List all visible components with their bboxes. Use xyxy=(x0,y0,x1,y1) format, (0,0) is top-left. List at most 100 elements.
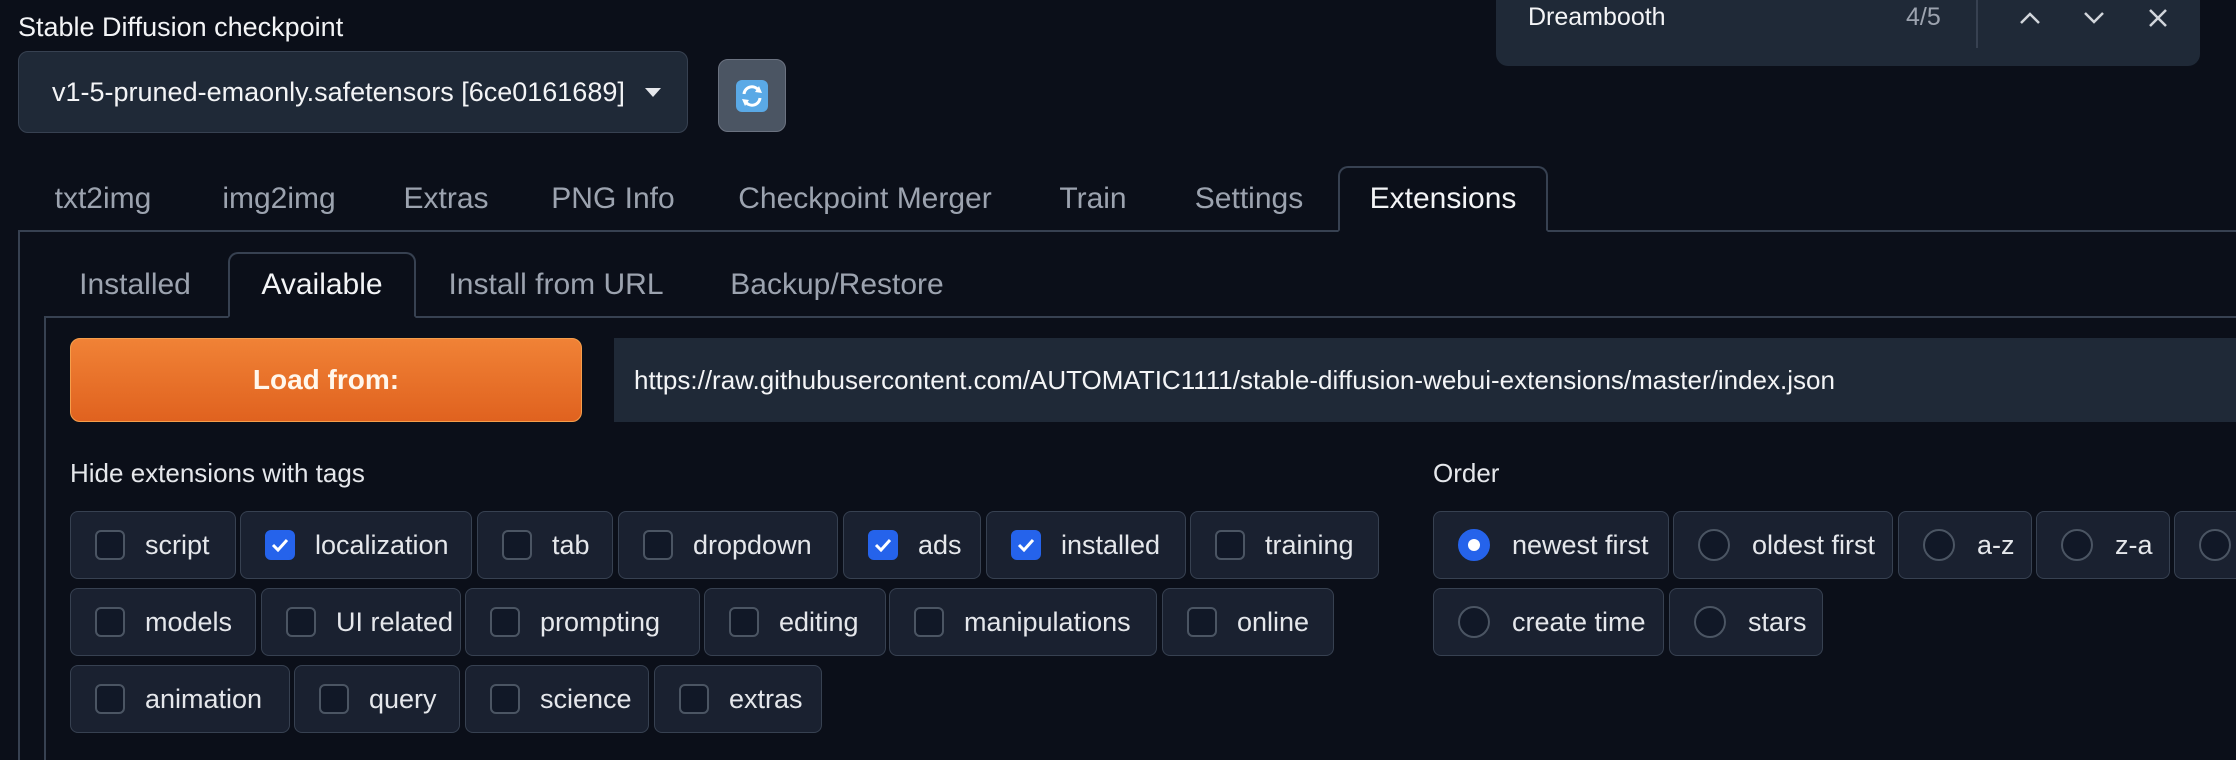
order-radio-create-time[interactable]: create time xyxy=(1433,588,1664,656)
tag-label: query xyxy=(369,683,437,714)
tab-txt2img[interactable]: txt2img xyxy=(24,166,182,232)
order-radio-newest-first[interactable]: newest first xyxy=(1433,511,1669,579)
tag-label: tab xyxy=(552,529,590,560)
find-previous-button[interactable] xyxy=(2008,0,2052,36)
tab-installed[interactable]: Installed xyxy=(62,252,208,318)
check-icon xyxy=(1017,538,1035,552)
tag-label: installed xyxy=(1061,529,1161,560)
main-panel-border xyxy=(18,231,20,760)
tab-available[interactable]: Available xyxy=(228,252,416,318)
tag-checkbox-script[interactable]: script xyxy=(70,511,236,579)
tag-checkbox-editing[interactable]: editing xyxy=(704,588,886,656)
extensions-index-url-input[interactable] xyxy=(614,338,2236,422)
tag-label: science xyxy=(540,683,632,714)
close-icon xyxy=(2149,9,2167,27)
checkbox[interactable] xyxy=(286,607,316,637)
tab-img2img[interactable]: img2img xyxy=(196,166,362,232)
tab-backup-restore[interactable]: Backup/Restore xyxy=(710,252,964,318)
tag-checkbox-science[interactable]: science xyxy=(465,665,649,733)
tag-checkbox-tab[interactable]: tab xyxy=(477,511,613,579)
tag-label: dropdown xyxy=(693,529,812,560)
tag-checkbox-installed[interactable]: installed xyxy=(986,511,1186,579)
checkbox[interactable] xyxy=(95,684,125,714)
tab-settings[interactable]: Settings xyxy=(1172,166,1326,232)
radio-button[interactable] xyxy=(1458,529,1490,561)
radio-button[interactable] xyxy=(1458,606,1490,638)
order-radio-z-a[interactable]: z-a xyxy=(2036,511,2170,579)
order-radio-oldest-first[interactable]: oldest first xyxy=(1673,511,1893,579)
radio-button[interactable] xyxy=(1698,529,1730,561)
radio-button[interactable] xyxy=(2061,529,2093,561)
checkbox[interactable] xyxy=(319,684,349,714)
chevron-down-icon xyxy=(644,87,661,97)
tag-checkbox-online[interactable]: online xyxy=(1162,588,1334,656)
tab-install-from-url[interactable]: Install from URL xyxy=(436,252,676,318)
check-icon xyxy=(271,538,289,552)
tab-train[interactable]: Train xyxy=(1040,166,1146,232)
tag-label: editing xyxy=(779,606,859,637)
checkbox[interactable] xyxy=(1215,530,1245,560)
order-radio-stars[interactable]: stars xyxy=(1669,588,1823,656)
order-option-label: create time xyxy=(1512,606,1646,637)
radio-button[interactable] xyxy=(2199,529,2231,561)
checkpoint-label: Stable Diffusion checkpoint xyxy=(18,12,344,42)
tag-label: localization xyxy=(315,529,449,560)
checkbox[interactable] xyxy=(95,530,125,560)
tag-label: online xyxy=(1237,606,1310,637)
refresh-checkpoint-button[interactable] xyxy=(718,59,786,132)
checkbox[interactable] xyxy=(490,607,520,637)
tab-extras[interactable]: Extras xyxy=(384,166,508,232)
tab-png-info[interactable]: PNG Info xyxy=(532,166,694,232)
order-radio-clipped[interactable] xyxy=(2174,511,2236,579)
find-close-button[interactable] xyxy=(2136,0,2180,36)
check-icon xyxy=(874,538,892,552)
checkbox[interactable] xyxy=(1187,607,1217,637)
checkbox[interactable] xyxy=(868,530,898,560)
radio-button[interactable] xyxy=(1923,529,1955,561)
checkbox[interactable] xyxy=(265,530,295,560)
tag-checkbox-animation[interactable]: animation xyxy=(70,665,290,733)
checkpoint-value: v1-5-pruned-emaonly.safetensors [6ce0161… xyxy=(52,76,625,107)
tag-checkbox-query[interactable]: query xyxy=(294,665,460,733)
tag-checkbox-localization[interactable]: localization xyxy=(240,511,472,579)
order-option-label: z-a xyxy=(2115,529,2153,560)
order-option-label: stars xyxy=(1748,606,1807,637)
tag-checkbox-models[interactable]: models xyxy=(70,588,256,656)
tag-label: animation xyxy=(145,683,263,714)
find-match-count: 4/5 xyxy=(1906,3,1941,31)
order-label: Order xyxy=(1433,458,1500,488)
tag-checkbox-manipulations[interactable]: manipulations xyxy=(889,588,1157,656)
tag-checkbox-training[interactable]: training xyxy=(1190,511,1379,579)
tag-checkbox-ads[interactable]: ads xyxy=(843,511,981,579)
order-option-label: newest first xyxy=(1512,529,1649,560)
tag-label: models xyxy=(145,606,233,637)
tag-checkbox-ui-related[interactable]: UI related xyxy=(261,588,461,656)
checkbox[interactable] xyxy=(729,607,759,637)
checkbox[interactable] xyxy=(502,530,532,560)
tag-checkbox-prompting[interactable]: prompting xyxy=(465,588,700,656)
checkbox[interactable] xyxy=(643,530,673,560)
checkpoint-select[interactable]: v1-5-pruned-emaonly.safetensors [6ce0161… xyxy=(18,51,688,133)
checkbox[interactable] xyxy=(490,684,520,714)
tab-checkpoint-merger[interactable]: Checkpoint Merger xyxy=(718,166,1012,232)
tag-label: ads xyxy=(918,529,962,560)
checkbox[interactable] xyxy=(914,607,944,637)
checkbox[interactable] xyxy=(95,607,125,637)
hide-tags-label: Hide extensions with tags xyxy=(70,458,365,488)
tab-extensions[interactable]: Extensions xyxy=(1338,166,1548,232)
radio-button[interactable] xyxy=(1694,606,1726,638)
refresh-icon xyxy=(736,79,768,112)
checkbox[interactable] xyxy=(1011,530,1041,560)
find-next-button[interactable] xyxy=(2072,0,2116,36)
tag-checkbox-dropdown[interactable]: dropdown xyxy=(618,511,838,579)
tag-checkbox-extras[interactable]: extras xyxy=(654,665,822,733)
find-query[interactable]: Dreambooth xyxy=(1528,3,1666,32)
sub-panel-border xyxy=(44,317,46,760)
find-divider xyxy=(1976,0,1978,48)
tag-label: UI related xyxy=(336,606,454,637)
order-radio-a-z[interactable]: a-z xyxy=(1898,511,2032,579)
tag-label: script xyxy=(145,529,210,560)
load-from-button[interactable]: Load from: xyxy=(70,338,582,422)
checkbox[interactable] xyxy=(679,684,709,714)
tag-label: extras xyxy=(729,683,803,714)
